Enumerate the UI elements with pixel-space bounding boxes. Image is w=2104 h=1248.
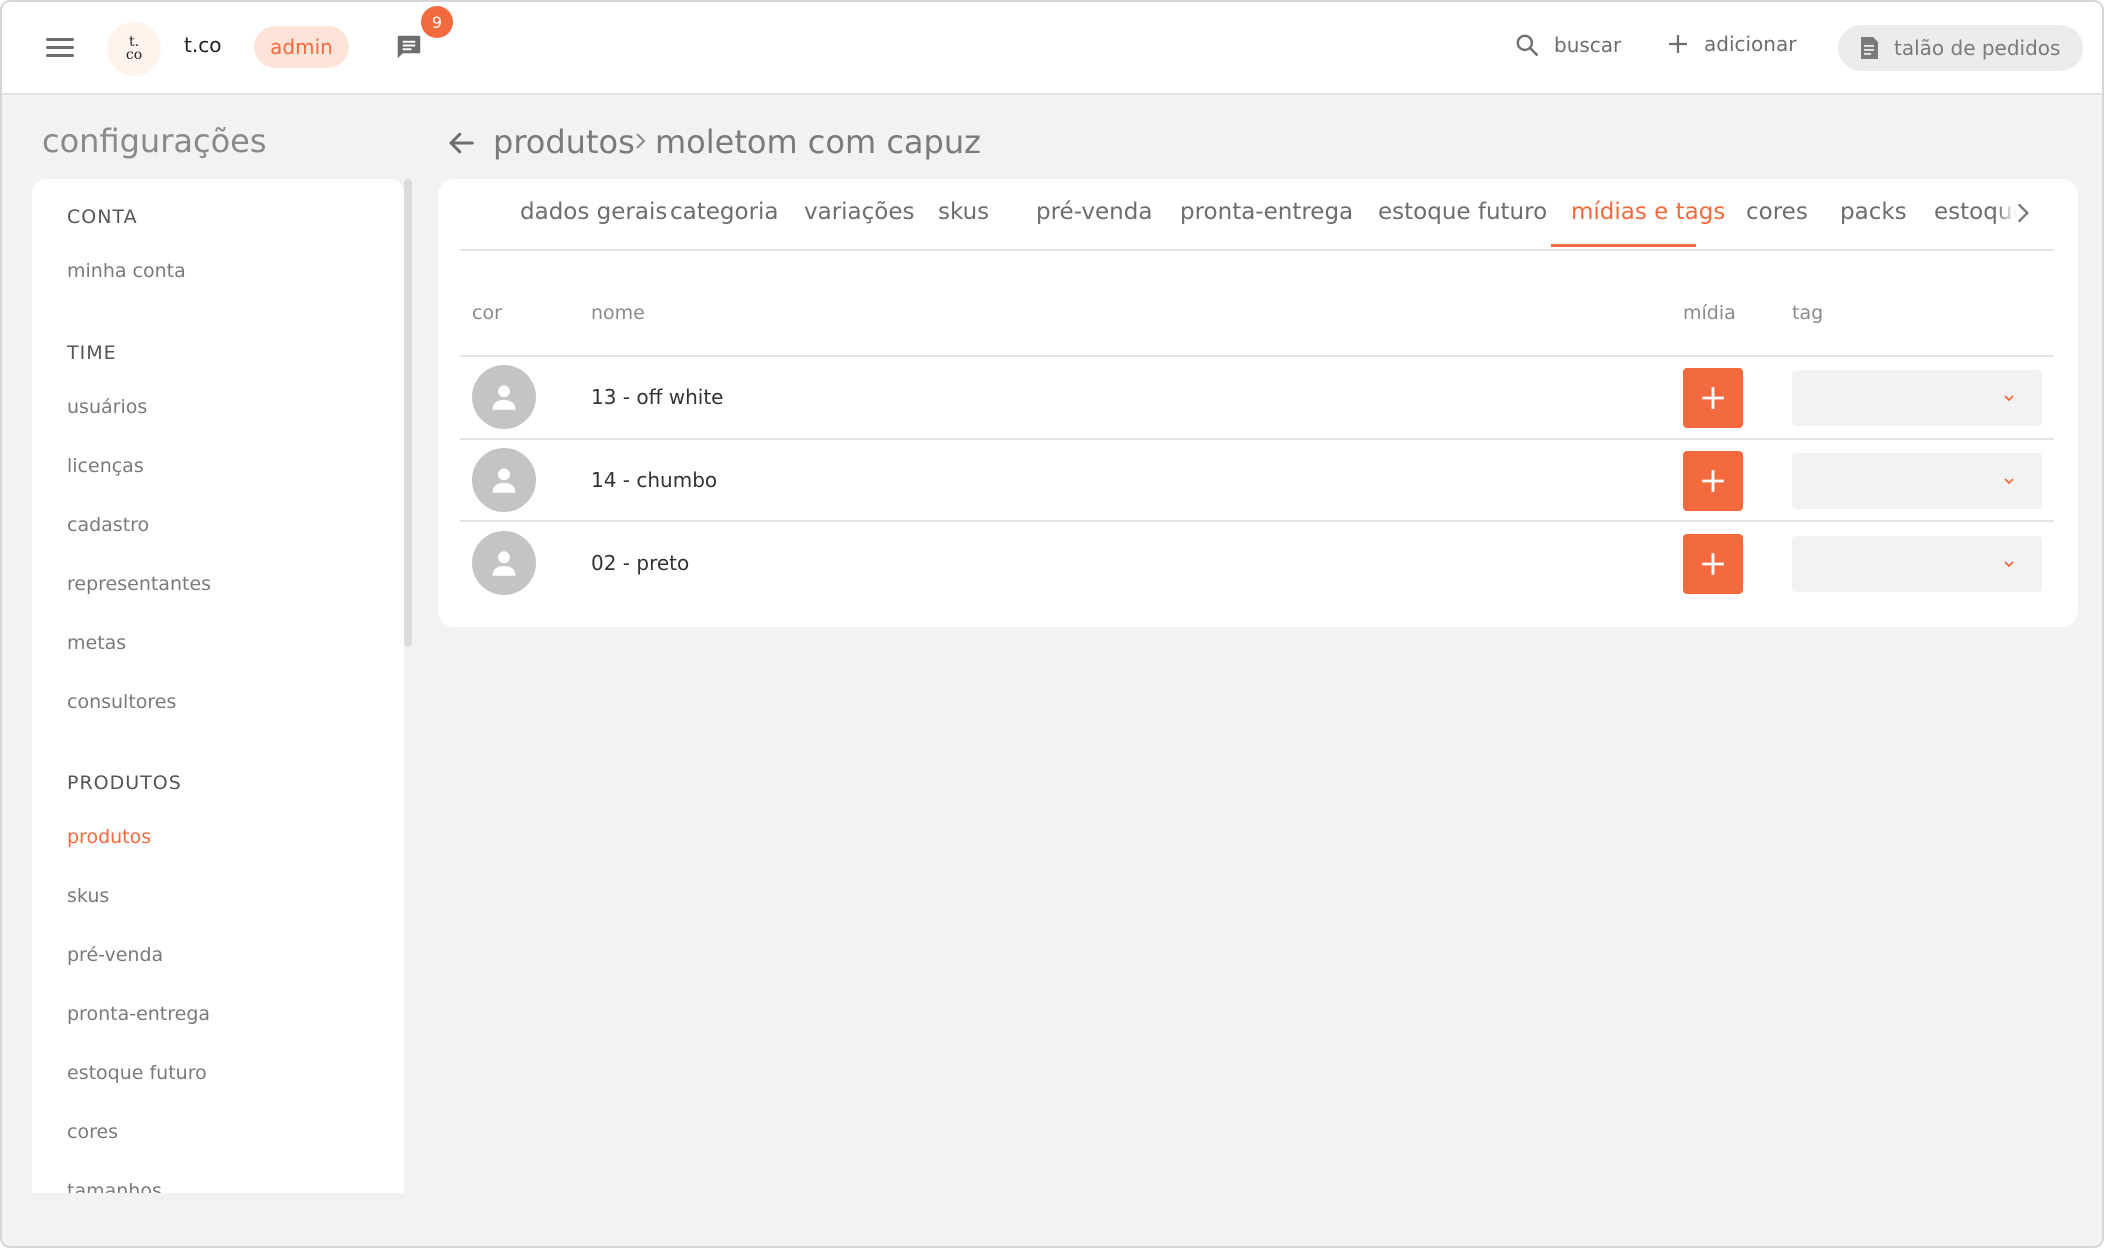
tab-variacoes[interactable]: variações — [804, 199, 915, 225]
color-name: 13 - off white — [591, 385, 724, 409]
arrow-left-icon[interactable] — [446, 128, 476, 158]
notification-badge: 9 — [421, 6, 453, 38]
add-media-button[interactable] — [1683, 534, 1743, 594]
settings-title: configurações — [42, 122, 267, 160]
table-divider — [460, 355, 2054, 357]
tag-select[interactable] — [1792, 453, 2042, 509]
sidebar-item-licencas[interactable]: licenças — [67, 455, 144, 477]
color-name: 02 - preto — [591, 551, 690, 575]
person-icon — [492, 468, 516, 493]
sidebar-section-produtos: PRODUTOS — [67, 772, 182, 794]
chevron-down-icon — [2004, 561, 2014, 568]
search-button[interactable]: buscar — [1514, 32, 1621, 58]
sidebar-item-usuarios[interactable]: usuários — [67, 396, 147, 418]
document-icon — [1861, 37, 1878, 59]
sidebar-item-pronta-entrega[interactable]: pronta-entrega — [67, 1003, 210, 1025]
sidebar-item-minha-conta[interactable]: minha conta — [67, 260, 186, 282]
tag-select[interactable] — [1792, 536, 2042, 592]
order-book-button[interactable]: talão de pedidos — [1838, 25, 2083, 71]
app-window: t. co t.co admin 9 buscar adicionar talão… — [0, 0, 2104, 1248]
chevron-down-icon — [2004, 395, 2014, 402]
tab-skus[interactable]: skus — [938, 199, 989, 225]
add-label: adicionar — [1704, 32, 1797, 56]
plus-icon — [1669, 35, 1687, 53]
order-book-label: talão de pedidos — [1894, 36, 2061, 60]
product-tabs: dados gerais categoria variações skus pr… — [460, 179, 2054, 251]
sidebar-item-estoque-futuro[interactable]: estoque futuro — [67, 1062, 207, 1084]
column-header-tag: tag — [1792, 302, 1824, 324]
brand-logo[interactable]: t. co — [107, 22, 161, 76]
sidebar-item-tamanhos[interactable]: tamanhos — [67, 1180, 162, 1193]
sidebar-item-skus[interactable]: skus — [67, 885, 109, 907]
plus-icon — [1702, 387, 1724, 409]
tab-estoque-futuro[interactable]: estoque futuro — [1378, 199, 1547, 225]
column-header-cor: cor — [472, 302, 502, 324]
active-tab-indicator — [1551, 244, 1696, 247]
plus-icon — [1702, 553, 1724, 575]
breadcrumb-current: moletom com capuz — [655, 123, 981, 161]
sidebar-section-time: TIME — [67, 342, 117, 364]
column-header-midia: mídia — [1683, 302, 1736, 324]
sidebar-item-cadastro[interactable]: cadastro — [67, 514, 149, 536]
person-icon — [492, 385, 516, 410]
chevron-right-icon[interactable] — [2010, 200, 2036, 226]
color-swatch[interactable] — [472, 365, 536, 429]
sidebar-item-representantes[interactable]: representantes — [67, 573, 211, 595]
person-icon — [492, 551, 516, 576]
settings-sidebar: CONTA minha conta TIME usuários licenças… — [32, 179, 404, 1193]
sidebar-item-metas[interactable]: metas — [67, 632, 126, 654]
plus-icon — [1702, 470, 1724, 492]
sidebar-item-produtos[interactable]: produtos — [67, 826, 151, 848]
breadcrumb-parent[interactable]: produtos — [493, 123, 635, 161]
tab-categoria[interactable]: categoria — [670, 199, 779, 225]
hamburger-icon[interactable] — [44, 34, 78, 60]
chevron-down-icon — [2004, 478, 2014, 485]
sidebar-item-consultores[interactable]: consultores — [67, 691, 176, 713]
chat-icon[interactable] — [394, 32, 428, 64]
sidebar-item-cores[interactable]: cores — [67, 1121, 118, 1143]
sidebar-section-conta: CONTA — [67, 206, 138, 228]
tab-pronta-entrega[interactable]: pronta-entrega — [1180, 199, 1353, 225]
tab-midias-e-tags[interactable]: mídias e tags — [1571, 199, 1725, 225]
tab-pre-venda[interactable]: pré-venda — [1036, 199, 1152, 225]
tab-cores[interactable]: cores — [1746, 199, 1808, 225]
tab-packs[interactable]: packs — [1840, 199, 1907, 225]
color-swatch[interactable] — [472, 448, 536, 512]
add-media-button[interactable] — [1683, 368, 1743, 428]
color-name: 14 - chumbo — [591, 468, 718, 492]
add-button[interactable]: adicionar — [1666, 32, 1796, 56]
table-divider — [460, 438, 2054, 440]
table-divider — [460, 520, 2054, 522]
brand-name: t.co — [184, 33, 222, 57]
search-label: buscar — [1554, 33, 1622, 57]
sidebar-item-pre-venda[interactable]: pré-venda — [67, 944, 163, 966]
top-bar: t. co t.co admin 9 buscar adicionar talão… — [2, 2, 2102, 95]
logo-text-bottom: co — [125, 47, 143, 63]
role-badge: admin — [254, 26, 349, 68]
sidebar-scrollbar[interactable] — [404, 179, 412, 647]
tag-select[interactable] — [1792, 370, 2042, 426]
tab-dados-gerais[interactable]: dados gerais — [520, 199, 667, 225]
column-header-nome: nome — [591, 302, 645, 324]
add-media-button[interactable] — [1683, 451, 1743, 511]
search-icon — [1516, 34, 1539, 57]
chevron-right-icon — [636, 133, 646, 149]
color-swatch[interactable] — [472, 531, 536, 595]
